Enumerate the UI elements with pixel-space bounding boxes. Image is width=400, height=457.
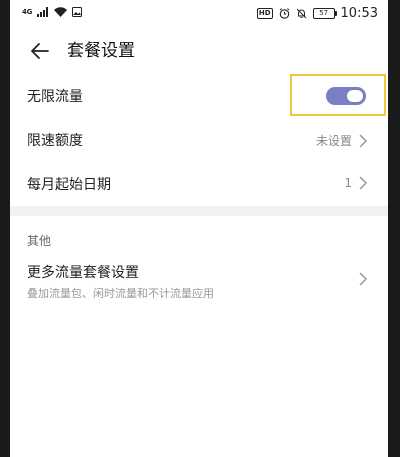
start-date-label: 每月起始日期 [27,177,111,193]
hd-badge: HD [256,8,273,19]
mute-bell-icon [296,8,306,19]
speed-limit-right: 未设置 [316,132,368,149]
more-plans-subtitle: 叠加流量包、闲时流量和不计流量应用 [27,287,214,300]
more-plans-title: 更多流量套餐设置 [27,265,139,281]
wifi-icon [54,7,68,17]
clock: 10:53 [340,6,378,21]
more-plans-right [358,272,368,286]
status-left: 4G [22,7,83,17]
unlimited-traffic-label: 无限流量 [27,89,83,105]
start-date-row[interactable]: 每月起始日期 1 [10,168,388,200]
toggle-highlight-box [290,74,386,116]
app-header: 套餐设置 [10,30,388,72]
unlimited-traffic-toggle[interactable] [326,87,366,105]
speed-limit-row[interactable]: 限速额度 未设置 [10,124,388,156]
page-title: 套餐设置 [67,41,135,61]
status-right: HD 57 10:53 [256,6,378,21]
alarm-icon [279,8,289,19]
section-divider [10,206,388,216]
chevron-right-icon [359,176,368,190]
section-title-other: 其他 [27,234,52,248]
chevron-right-icon [359,133,368,148]
speed-limit-value: 未设置 [315,134,352,148]
chevron-right-icon [359,272,368,286]
network-type: 4G [22,8,33,16]
signal-icon [37,7,49,17]
phone-screen: 4G HD 57 10:53 套餐设置 无限流量 限速额度 未设置 每月起始日期… [10,0,388,457]
battery-icon: 57 [312,8,337,19]
start-date-value: 1 [344,176,352,190]
back-arrow-icon[interactable] [28,39,52,63]
status-bar: 4G HD 57 10:53 [10,0,388,30]
start-date-right: 1 [344,176,368,190]
speed-limit-label: 限速额度 [27,133,83,149]
image-notification-icon [72,7,83,17]
toggle-knob [347,90,363,102]
